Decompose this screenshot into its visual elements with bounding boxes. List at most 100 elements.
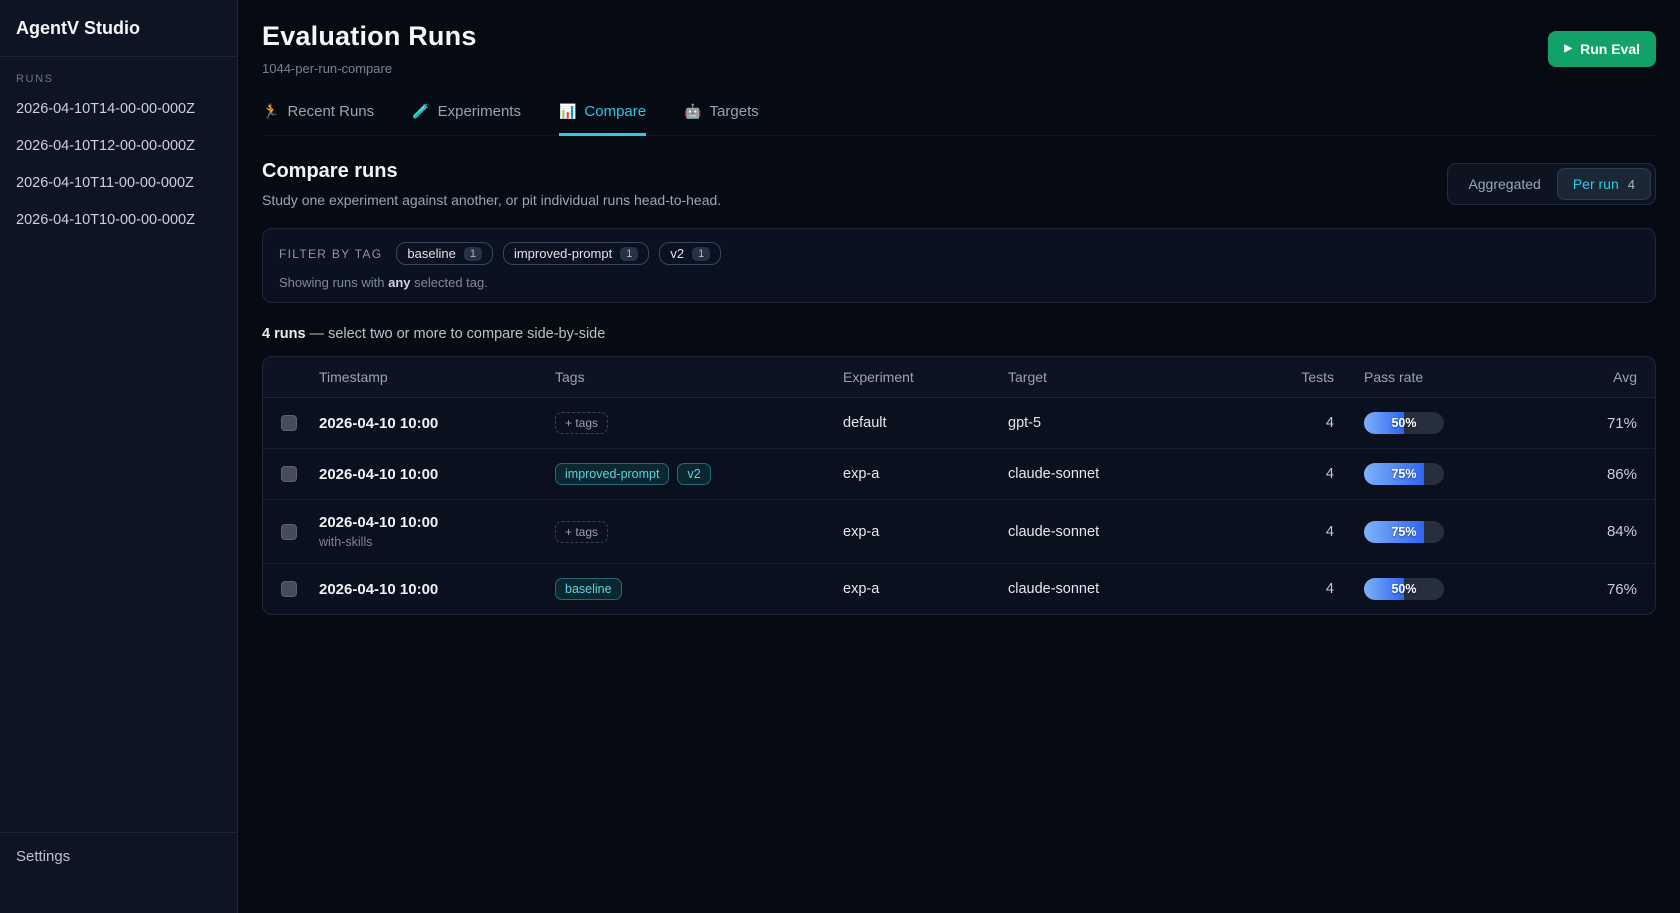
checkbox-cell — [263, 564, 309, 615]
header-tests: Tests — [1248, 357, 1344, 398]
header-pass-rate: Pass rate — [1344, 357, 1476, 398]
row-checkbox[interactable] — [281, 524, 297, 540]
runs-table: Timestamp Tags Experiment Target Tests P… — [263, 357, 1655, 614]
run-timestamp: 2026-04-10 10:00 — [319, 581, 535, 598]
tests-cell: 4 — [1248, 398, 1344, 449]
run-eval-label: Run Eval — [1580, 41, 1640, 57]
tab-label: Recent Runs — [287, 103, 374, 120]
tab-label: Experiments — [438, 103, 521, 120]
toggle-option-aggregated[interactable]: Aggregated — [1452, 168, 1556, 200]
per-run-count-badge: 4 — [1628, 177, 1635, 192]
targets-icon: 🤖 — [684, 103, 701, 120]
toggle-option-per-run[interactable]: Per run 4 — [1557, 168, 1651, 200]
runs-section-label: RUNS — [16, 73, 221, 85]
sidebar-item-run[interactable]: 2026-04-10T14-00-00-000Z — [16, 101, 221, 117]
tab-targets[interactable]: 🤖 Targets — [684, 103, 759, 136]
toggle-label: Per run — [1573, 176, 1619, 192]
header-avg: Avg — [1476, 357, 1655, 398]
row-checkbox[interactable] — [281, 581, 297, 597]
checkbox-cell — [263, 449, 309, 500]
compare-runs-description: Study one experiment against another, or… — [262, 192, 721, 208]
avg-cell: 86% — [1476, 449, 1655, 500]
toggle-label: Aggregated — [1468, 176, 1540, 192]
pass-rate-label: 50% — [1364, 412, 1444, 434]
pass-rate-cell: 50% — [1344, 564, 1476, 615]
filter-tag-chip-v2[interactable]: v2 1 — [659, 242, 721, 265]
pass-rate-bar: 75% — [1364, 521, 1444, 543]
tags-cell: + tags — [545, 500, 833, 564]
recent-runs-icon: 🏃 — [262, 103, 279, 120]
run-timestamp: 2026-04-10 10:00 — [319, 415, 535, 432]
main-content: Evaluation Runs 1044-per-run-compare ▶ R… — [238, 0, 1680, 913]
sidebar-runs-nav: RUNS 2026-04-10T14-00-00-000Z 2026-04-10… — [0, 57, 237, 249]
sidebar-item-run[interactable]: 2026-04-10T12-00-00-000Z — [16, 138, 221, 154]
filter-tag-chip-improved-prompt[interactable]: improved-prompt 1 — [503, 242, 649, 265]
compare-icon: 📊 — [559, 103, 576, 120]
pass-rate-bar: 50% — [1364, 578, 1444, 600]
page-subtitle: 1044-per-run-compare — [262, 61, 477, 76]
compare-section-header: Compare runs Study one experiment agains… — [262, 160, 1656, 208]
runs-summary-rest: — select two or more to compare side-by-… — [306, 326, 606, 342]
view-toggle: Aggregated Per run 4 — [1447, 163, 1656, 205]
compare-runs-title: Compare runs — [262, 160, 721, 183]
add-tags-button[interactable]: + tags — [555, 521, 608, 543]
table-row[interactable]: 2026-04-10 10:00baselineexp-aclaude-sonn… — [263, 564, 1655, 615]
run-eval-button[interactable]: ▶ Run Eval — [1548, 31, 1656, 67]
header-target: Target — [998, 357, 1248, 398]
pass-rate-bar: 75% — [1364, 463, 1444, 485]
play-icon: ▶ — [1564, 44, 1572, 54]
experiment-cell: exp-a — [833, 449, 998, 500]
sidebar: AgentV Studio RUNS 2026-04-10T14-00-00-0… — [0, 0, 238, 913]
table-row[interactable]: 2026-04-10 10:00+ tagsdefaultgpt-5450%71… — [263, 398, 1655, 449]
note-bold: any — [388, 275, 410, 290]
runs-summary: 4 runs — select two or more to compare s… — [262, 326, 1656, 342]
tests-cell: 4 — [1248, 449, 1344, 500]
row-checkbox[interactable] — [281, 415, 297, 431]
page-title: Evaluation Runs — [262, 21, 477, 52]
experiment-cell: exp-a — [833, 500, 998, 564]
tags-cell: + tags — [545, 398, 833, 449]
tab-compare[interactable]: 📊 Compare — [559, 103, 646, 136]
tag-pill: improved-prompt — [555, 463, 669, 485]
tests-cell: 4 — [1248, 500, 1344, 564]
page-header: Evaluation Runs 1044-per-run-compare ▶ R… — [262, 21, 1656, 76]
tag-count-badge: 1 — [692, 247, 710, 261]
note-prefix: Showing runs with — [279, 275, 388, 290]
app-title: AgentV Studio — [0, 0, 237, 57]
experiments-icon: 🧪 — [412, 103, 429, 120]
filter-card: FILTER BY TAG baseline 1 improved-prompt… — [262, 228, 1656, 303]
pass-rate-bar: 50% — [1364, 412, 1444, 434]
timestamp-cell: 2026-04-10 10:00with-skills — [309, 500, 545, 564]
add-tags-button[interactable]: + tags — [555, 412, 608, 434]
settings-link[interactable]: Settings — [16, 848, 221, 865]
tag-name: v2 — [670, 246, 684, 261]
table-row[interactable]: 2026-04-10 10:00with-skills+ tagsexp-acl… — [263, 500, 1655, 564]
note-suffix: selected tag. — [411, 275, 488, 290]
pass-rate-label: 50% — [1364, 578, 1444, 600]
header-experiment: Experiment — [833, 357, 998, 398]
timestamp-cell: 2026-04-10 10:00 — [309, 564, 545, 615]
sidebar-item-run[interactable]: 2026-04-10T10-00-00-000Z — [16, 212, 221, 228]
row-checkbox[interactable] — [281, 466, 297, 482]
tab-experiments[interactable]: 🧪 Experiments — [412, 103, 521, 136]
target-cell: claude-sonnet — [998, 449, 1248, 500]
tab-recent-runs[interactable]: 🏃 Recent Runs — [262, 103, 374, 136]
tab-label: Targets — [710, 103, 759, 120]
table-row[interactable]: 2026-04-10 10:00 improved-prompt v2 exp-acl… — [263, 449, 1655, 500]
target-cell: gpt-5 — [998, 398, 1248, 449]
run-timestamp: 2026-04-10 10:00 — [319, 514, 535, 531]
experiment-cell: exp-a — [833, 564, 998, 615]
sidebar-item-run[interactable]: 2026-04-10T11-00-00-000Z — [16, 175, 221, 191]
avg-cell: 84% — [1476, 500, 1655, 564]
run-timestamp: 2026-04-10 10:00 — [319, 466, 535, 483]
runs-count: 4 runs — [262, 326, 306, 342]
tag-pill: v2 — [677, 463, 710, 485]
sidebar-footer: Settings — [0, 832, 237, 913]
header-timestamp: Timestamp — [309, 357, 545, 398]
filter-tag-chip-baseline[interactable]: baseline 1 — [396, 242, 493, 265]
target-cell: claude-sonnet — [998, 564, 1248, 615]
timestamp-cell: 2026-04-10 10:00 — [309, 398, 545, 449]
checkbox-cell — [263, 500, 309, 564]
app-window: AgentV Studio RUNS 2026-04-10T14-00-00-0… — [0, 0, 1680, 913]
avg-cell: 71% — [1476, 398, 1655, 449]
